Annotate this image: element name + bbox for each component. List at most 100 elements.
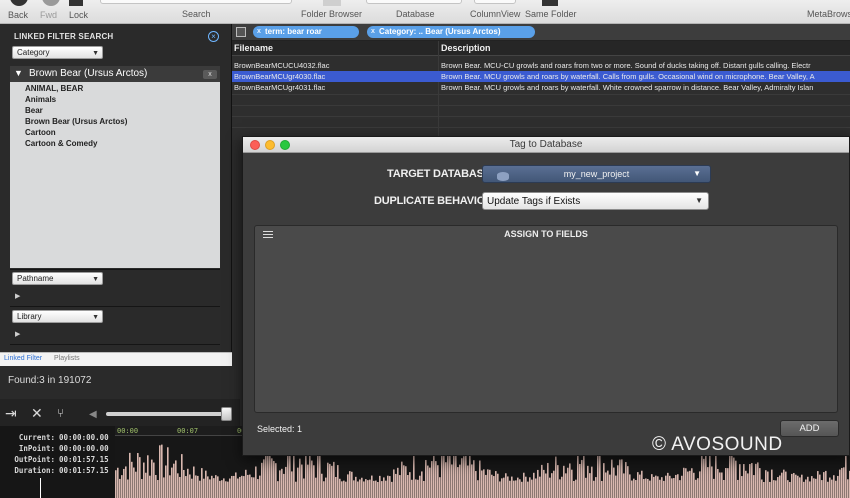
filter-toggle-checkbox[interactable] xyxy=(236,27,246,37)
target-database-label: TARGET DATABASE: xyxy=(387,168,495,180)
chevron-down-icon: ▼ xyxy=(92,276,99,283)
same-folder-button[interactable]: Same Folder xyxy=(525,9,577,19)
volume-slider[interactable] xyxy=(106,412,232,416)
folder-browser-button[interactable]: Folder Browser xyxy=(301,9,362,19)
back-button[interactable]: Back xyxy=(6,0,32,24)
duplicate-behavior-value: Update Tags if Exists xyxy=(487,196,581,207)
close-icon[interactable]: × xyxy=(208,31,219,42)
timecode-value: 00:01:57.15 xyxy=(59,455,109,464)
column-header-filename[interactable]: Filename xyxy=(234,43,273,53)
timecode-panel: Current: 00:00:00.00 InPoint: 00:00:00.0… xyxy=(0,426,115,498)
dialog-title: Tag to Database xyxy=(509,139,583,150)
volume-low-icon: ◀ xyxy=(89,409,97,420)
category-filter-list: ANIMAL, BEAR Animals Bear Brown Bear (Ur… xyxy=(10,82,220,268)
chevron-down-icon: ▼ xyxy=(92,50,99,57)
same-folder-icon xyxy=(542,0,558,6)
timecode-label: OutPoint: xyxy=(14,455,55,464)
database-label: Database xyxy=(396,9,435,19)
table-row-selected[interactable]: BrownBearMCUgr4030.flac Brown Bear. MCU … xyxy=(232,71,850,82)
duplicate-behavior-select[interactable]: Update Tags if Exists ▼ xyxy=(482,192,709,210)
table-row[interactable]: BrownBearMCUgr4031.flac Brown Bear. MCU … xyxy=(232,82,850,93)
list-item[interactable]: Animals xyxy=(10,94,220,105)
ruler-tick: 00:07 xyxy=(177,427,199,435)
tab-playlists[interactable]: Playlists xyxy=(54,355,80,362)
pathname-dropdown-value: Pathname xyxy=(17,274,54,283)
term-filter-label: term: bear roar xyxy=(265,27,322,36)
expand-arrow-icon[interactable]: ▶ xyxy=(15,292,20,300)
search-input[interactable] xyxy=(100,0,292,4)
filter-header: ▼ Brown Bear (Ursus Arctos) x xyxy=(10,66,220,82)
list-item[interactable]: Bear xyxy=(10,105,220,116)
chevron-down-icon: ▼ xyxy=(92,314,99,321)
divider xyxy=(10,306,220,307)
timecode-label: InPoint: xyxy=(18,444,55,453)
disclosure-triangle-icon[interactable]: ▼ xyxy=(14,68,23,78)
category-dropdown[interactable]: Category ▼ xyxy=(12,46,103,59)
lock-button[interactable]: Lock xyxy=(68,0,94,24)
pathname-dropdown[interactable]: Pathname ▼ xyxy=(12,272,103,285)
linked-filter-header: LINKED FILTER SEARCH × xyxy=(0,28,232,46)
timecode-inpoint: InPoint: 00:00:00.00 xyxy=(0,444,111,455)
tab-linked-filter[interactable]: Linked Filter xyxy=(4,355,42,362)
metabrowse-button[interactable]: MetaBrows xyxy=(807,9,850,19)
library-dropdown[interactable]: Library ▼ xyxy=(12,310,103,323)
description-cell: Brown Bear. MCU growls and roars by wate… xyxy=(441,83,814,92)
selected-count: Selected: 1 xyxy=(257,424,303,434)
target-database-select[interactable]: my_new_project ▼ xyxy=(482,165,711,183)
remove-filter-icon[interactable]: x xyxy=(371,26,375,38)
duplicate-behavior-label: DUPLICATE BEHAVIOR: xyxy=(374,195,497,207)
active-filters-bar: x term: bear roar x Category: .. Bear (U… xyxy=(232,24,850,41)
results-count: Found:3 in 191072 xyxy=(8,375,92,386)
search-label: Search xyxy=(182,9,211,19)
tag-to-database-dialog: Tag to Database TARGET DATABASE: my_new_… xyxy=(242,136,850,456)
panel-title: LINKED FILTER SEARCH xyxy=(14,32,114,41)
filename-cell: BrownBearMCUCU4032.flac xyxy=(234,61,330,70)
list-item[interactable]: Cartoon & Comedy xyxy=(10,138,220,149)
playhead[interactable] xyxy=(40,478,41,498)
timecode-value: 00:00:00.00 xyxy=(59,433,109,442)
database-select[interactable] xyxy=(366,0,462,4)
folder-browser-icon xyxy=(323,0,341,6)
back-icon xyxy=(10,0,28,6)
lock-icon xyxy=(69,0,83,6)
filename-cell: BrownBearMCUgr4030.flac xyxy=(234,72,326,81)
clear-filter-button[interactable]: x xyxy=(203,70,217,79)
table-row[interactable]: BrownBearMCUCU4032.flac Brown Bear. MCU-… xyxy=(232,60,850,71)
filter-header-title: Brown Bear (Ursus Arctos) xyxy=(29,68,148,79)
chevron-down-icon: ▼ xyxy=(695,196,703,205)
linked-filter-panel: LINKED FILTER SEARCH × Category ▼ ▼ Brow… xyxy=(0,24,232,370)
timecode-label: Duration: xyxy=(14,466,55,475)
assign-fields-header: ASSIGN TO FIELDS xyxy=(255,226,837,242)
timecode-label: Current: xyxy=(18,433,55,442)
chevron-down-icon: ▼ xyxy=(693,169,701,178)
list-item[interactable]: Brown Bear (Ursus Arctos) xyxy=(10,116,220,127)
row-divider xyxy=(232,94,850,95)
remove-filter-icon[interactable]: x xyxy=(257,26,261,38)
timecode-outpoint: OutPoint: 00:01:57.15 xyxy=(0,455,111,466)
forward-button[interactable]: Fwd xyxy=(38,0,64,24)
term-filter-pill[interactable]: x term: bear roar xyxy=(253,26,359,38)
dialog-title-bar: Tag to Database xyxy=(243,137,849,153)
slider-handle[interactable] xyxy=(221,407,232,421)
row-divider xyxy=(232,127,850,128)
assign-fields-panel: ASSIGN TO FIELDS xyxy=(254,225,838,413)
list-item[interactable]: Cartoon xyxy=(10,127,220,138)
category-filter-label: Category: .. Bear (Ursus Arctos) xyxy=(379,27,501,36)
toolbar: Back Fwd Lock Search Folder Browser Data… xyxy=(0,0,850,24)
results-table-header: Filename Description xyxy=(232,41,850,56)
add-button[interactable]: ADD xyxy=(780,420,839,437)
expand-arrow-icon[interactable]: ▶ xyxy=(15,330,20,338)
divider xyxy=(10,344,220,345)
tools-icon[interactable]: ✕ xyxy=(31,406,43,420)
timecode-duration: Duration: 00:01:57.15 xyxy=(0,466,111,477)
list-item[interactable]: ANIMAL, BEAR xyxy=(10,83,220,94)
row-divider xyxy=(232,116,850,117)
target-database-value: my_new_project xyxy=(563,169,630,179)
column-view-control[interactable] xyxy=(474,0,516,4)
row-divider xyxy=(232,105,850,106)
split-icon[interactable]: ⑂ xyxy=(57,406,64,420)
category-filter-pill[interactable]: x Category: .. Bear (Ursus Arctos) xyxy=(367,26,535,38)
column-header-description[interactable]: Description xyxy=(441,43,491,53)
auto-play-icon[interactable]: ⇥ xyxy=(5,406,17,420)
library-dropdown-value: Library xyxy=(17,312,42,321)
